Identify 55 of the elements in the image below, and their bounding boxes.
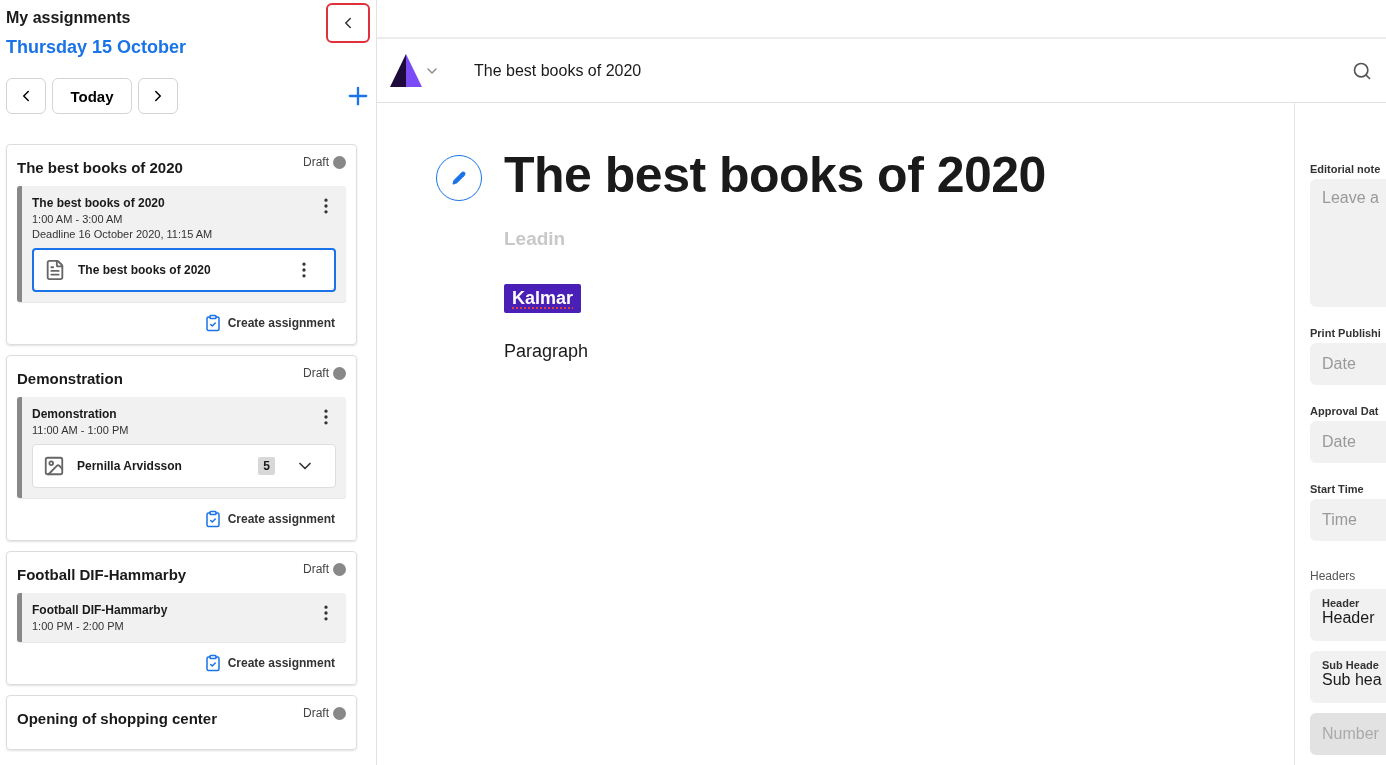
status-label: Draft [303, 562, 329, 576]
create-assignment-button[interactable]: Create assignment [203, 510, 335, 528]
status-label: Draft [303, 366, 329, 380]
field-label: Editorial note [1310, 163, 1382, 175]
collapse-button[interactable] [326, 3, 370, 43]
item-name: The best books of 2020 [78, 263, 212, 277]
clipboard-check-icon [203, 314, 222, 332]
note-field[interactable]: Leave a [1310, 179, 1386, 307]
slot-deadline: Deadline 16 October 2020, 11:15 AM [32, 228, 213, 240]
sidebar-title: My assignments [6, 9, 132, 27]
slot-time: 1:00 PM - 2:00 PM [32, 620, 125, 632]
logo-icon [390, 54, 422, 87]
item-name: Pernilla Arvidsson [77, 459, 183, 473]
document-icon [44, 259, 66, 281]
content-item[interactable]: Pernilla Arvidsson 5 [32, 444, 336, 488]
location-tag[interactable]: Kalmar [504, 283, 582, 313]
status-dot [333, 366, 346, 380]
edit-button[interactable] [436, 155, 482, 201]
status-label: Draft [303, 706, 329, 720]
status-dot [333, 706, 346, 720]
card-title: The best books of 2020 [17, 158, 183, 176]
clipboard-check-icon [203, 510, 222, 528]
field-label: Approval Dat [1310, 405, 1380, 417]
input-field[interactable]: Header Header [1310, 589, 1386, 641]
document-title: The best books of 2020 [474, 61, 642, 80]
field-label: Print Publishi [1310, 327, 1382, 339]
pencil-icon [452, 171, 466, 185]
status-dot [333, 562, 346, 576]
input-field[interactable]: Sub Heade Sub hea [1310, 651, 1386, 703]
search-button[interactable] [1352, 60, 1372, 81]
slot-time: 11:00 AM - 1:00 PM [32, 424, 129, 436]
slot-title: Football DIF-Hammarby [32, 603, 168, 617]
slot-time: 1:00 AM - 3:00 AM [32, 213, 124, 225]
image-icon [43, 455, 65, 477]
status-dot [333, 155, 346, 169]
create-assignment-button[interactable]: Create assignment [203, 654, 335, 672]
status-label: Draft [303, 155, 329, 169]
clipboard-check-icon [203, 654, 222, 672]
input-field[interactable]: Date [1310, 343, 1386, 385]
field-label: Start Time [1310, 483, 1365, 495]
item-count: 5 [258, 457, 275, 475]
article-headline[interactable]: The best books of 2020 [504, 149, 1046, 202]
card-title: Demonstration [17, 369, 123, 387]
input-field[interactable]: Date [1310, 421, 1386, 463]
input-field[interactable]: Time [1310, 499, 1386, 541]
paragraph-text[interactable]: Paragraph [504, 340, 589, 362]
card-title: Opening of shopping center [17, 709, 217, 727]
current-date: Thursday 15 October [6, 37, 187, 58]
slot-title: The best books of 2020 [32, 196, 166, 210]
today-button[interactable]: Today [52, 78, 132, 114]
card-title: Football DIF-Hammarby [17, 565, 187, 583]
slot-title: Demonstration [32, 407, 118, 421]
create-assignment-button[interactable]: Create assignment [203, 314, 335, 332]
content-item[interactable]: The best books of 2020 [32, 248, 336, 292]
section-heading: Headers [1310, 569, 1357, 583]
